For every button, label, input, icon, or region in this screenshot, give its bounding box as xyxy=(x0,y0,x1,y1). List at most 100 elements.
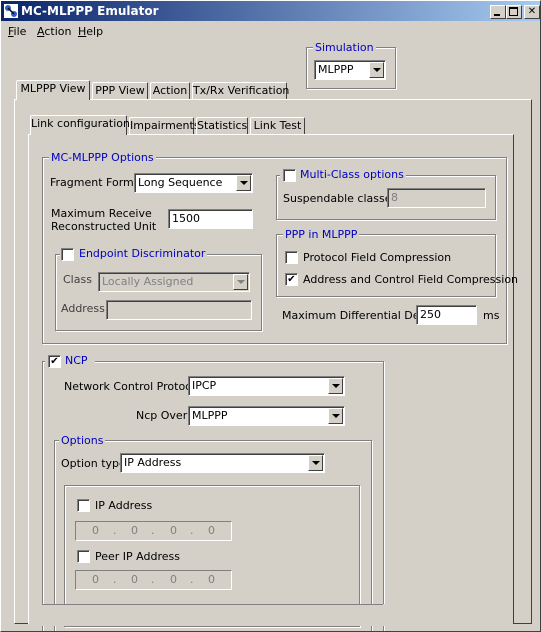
window-title: MC-MLPPP Emulator xyxy=(21,4,159,18)
endpoint-address-input[interactable] xyxy=(106,300,252,320)
checkmark-icon: ✔ xyxy=(50,356,59,367)
tab-mlppp-view[interactable]: MLPPP View xyxy=(16,80,90,100)
ip-dot: . xyxy=(113,524,117,537)
ppp-in-mlppp-group xyxy=(276,234,496,297)
minimize-button[interactable] xyxy=(490,5,506,19)
ncp-protocol-label: Network Control Protocol xyxy=(64,380,202,393)
ncp-checkbox[interactable]: ✔ xyxy=(48,355,61,368)
tab-action-label: Action xyxy=(152,84,188,97)
chevron-down-icon[interactable] xyxy=(236,175,251,191)
tab-link-test-label: Link Test xyxy=(253,119,302,132)
endpoint-discriminator-checkbox[interactable] xyxy=(61,248,74,261)
endpoint-discriminator-title: Endpoint Discriminator xyxy=(77,247,208,260)
clip-line xyxy=(42,604,383,605)
ncp-over-select[interactable]: MLPPP xyxy=(188,406,345,426)
tab-ppp-view[interactable]: PPP View xyxy=(92,82,148,100)
fragment-format-label: Fragment Format xyxy=(50,176,145,189)
acfc-label: Address and Control Field Compression xyxy=(303,273,519,286)
suspendable-classes-input[interactable]: 8 xyxy=(387,188,486,208)
ip-address-input[interactable]: 0 . 0 . 0 . 0 xyxy=(75,521,232,541)
tab-txrx-verification[interactable]: Tx/Rx Verification xyxy=(192,82,290,100)
menu-file-label: ile xyxy=(13,25,27,38)
fragment-format-value: Long Sequence xyxy=(138,176,223,189)
mrru-label-line2: Reconstructed Unit xyxy=(51,220,157,233)
tab-impairments-label: Impairments xyxy=(130,119,200,132)
chevron-down-icon[interactable] xyxy=(308,455,323,471)
app-icon xyxy=(4,4,18,18)
peer-ip-address-label: Peer IP Address xyxy=(95,550,180,563)
ip-octet-1: 0 xyxy=(92,524,99,537)
simulation-label: Simulation xyxy=(313,41,376,54)
chevron-down-icon[interactable] xyxy=(328,378,343,394)
max-diff-delay-unit: ms xyxy=(483,309,500,322)
protocol-field-compression-label: Protocol Field Compression xyxy=(303,251,452,264)
chevron-down-icon[interactable] xyxy=(328,408,343,424)
option-type-select[interactable]: IP Address xyxy=(120,453,325,473)
mrru-input[interactable]: 1500 xyxy=(168,209,253,229)
ppp-in-mlppp-title: PPP in MLPPP xyxy=(283,228,360,241)
simulation-value: MLPPP xyxy=(318,63,354,76)
multi-class-title: Multi-Class options xyxy=(298,168,406,181)
ncp-over-value: MLPPP xyxy=(192,409,228,422)
chevron-down-icon[interactable] xyxy=(369,62,384,78)
menu-action[interactable]: Action xyxy=(37,24,71,40)
ip-dot: . xyxy=(190,524,194,537)
menu-file[interactable]: File xyxy=(8,24,26,40)
acfc-checkbox[interactable]: ✔ xyxy=(285,273,298,286)
tab-mlppp-view-label: MLPPP View xyxy=(20,82,86,95)
endpoint-address-label: Address xyxy=(61,302,105,315)
ip-octet-4: 0 xyxy=(208,524,215,537)
peer-ip-address-checkbox[interactable] xyxy=(77,550,90,563)
tab-statistics-label: Statistics xyxy=(197,119,248,132)
ncp-options-title: Options xyxy=(59,434,106,447)
mrru-label-line1: Maximum Receive xyxy=(51,207,152,220)
tab-link-test[interactable]: Link Test xyxy=(250,117,305,135)
maximize-icon xyxy=(509,7,518,16)
ip-dot: . xyxy=(151,573,155,586)
minimize-icon xyxy=(494,14,500,16)
tab-impairments[interactable]: Impairments xyxy=(129,117,200,135)
tab-statistics[interactable]: Statistics xyxy=(196,117,248,135)
ncp-over-label: Ncp Over xyxy=(136,409,188,422)
chevron-down-icon[interactable] xyxy=(233,274,248,290)
max-diff-delay-label: Maximum Differential Delay xyxy=(282,309,436,322)
app-window: MC-MLPPP Emulator ✕ File Action Help Sim… xyxy=(0,0,541,632)
ip-octet-2: 0 xyxy=(131,524,138,537)
option-type-label: Option type xyxy=(61,457,126,470)
mc-mlppp-options-title: MC-MLPPP Options xyxy=(49,151,156,164)
tab-action[interactable]: Action xyxy=(150,82,190,100)
endpoint-class-label: Class xyxy=(63,273,92,286)
peer-ip-octet-3: 0 xyxy=(170,573,177,586)
tab-ppp-view-label: PPP View xyxy=(95,84,145,97)
maximize-button[interactable] xyxy=(506,5,522,19)
close-icon: ✕ xyxy=(527,6,537,17)
peer-ip-octet-4: 0 xyxy=(208,573,215,586)
ncp-protocol-select[interactable]: IPCP xyxy=(188,376,345,396)
ncp-protocol-value: IPCP xyxy=(192,379,217,392)
fragment-format-select[interactable]: Long Sequence xyxy=(134,173,253,193)
ip-address-label: IP Address xyxy=(95,499,153,512)
peer-ip-octet-1: 0 xyxy=(92,573,99,586)
tab-txrx-label: Tx/Rx Verification xyxy=(193,84,290,97)
simulation-select[interactable]: MLPPP xyxy=(314,60,386,80)
close-button[interactable]: ✕ xyxy=(524,5,540,19)
option-type-value: IP Address xyxy=(124,456,182,469)
peer-ip-octet-2: 0 xyxy=(131,573,138,586)
protocol-field-compression-checkbox[interactable] xyxy=(285,251,298,264)
ncp-title: NCP xyxy=(63,354,90,367)
suspendable-classes-label: Suspendable classes xyxy=(283,192,398,205)
peer-ip-address-input[interactable]: 0 . 0 . 0 . 0 xyxy=(75,570,232,590)
max-diff-delay-input[interactable]: 250 xyxy=(416,305,477,325)
tab-link-configuration[interactable]: Link configuration xyxy=(30,115,130,135)
title-bar[interactable]: MC-MLPPP Emulator ✕ xyxy=(1,1,540,21)
tab-link-configuration-label: Link configuration xyxy=(31,117,130,130)
ip-dot: . xyxy=(190,573,194,586)
menu-help[interactable]: Help xyxy=(78,24,103,40)
panel-bottom-area xyxy=(29,604,513,626)
ip-octet-3: 0 xyxy=(170,524,177,537)
ip-address-checkbox[interactable] xyxy=(77,499,90,512)
menu-action-label: ction xyxy=(44,25,72,38)
multi-class-checkbox[interactable] xyxy=(283,169,296,182)
endpoint-class-select[interactable]: Locally Assigned xyxy=(98,272,250,292)
menu-help-label: elp xyxy=(86,25,104,38)
